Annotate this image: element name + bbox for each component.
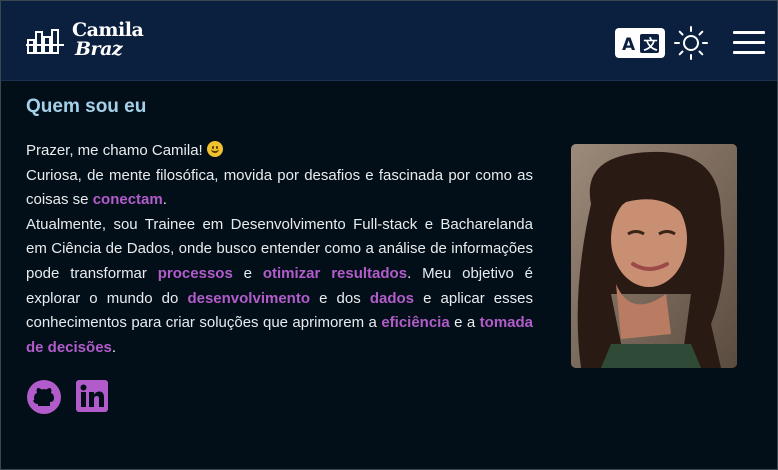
logo-line-2: Braz bbox=[75, 38, 123, 60]
intro-paragraph: Curiosa, de mente filosófica, movida por… bbox=[26, 164, 533, 213]
career-and-1: e bbox=[232, 264, 263, 282]
translate-button[interactable]: A 文 bbox=[615, 28, 665, 58]
github-icon bbox=[27, 380, 61, 414]
highlight-desenvolvimento: desenvolvimento bbox=[187, 289, 310, 307]
logo-text: Camila Braz bbox=[72, 21, 144, 60]
highlight-otimizar-resultados: otimizar resultados bbox=[262, 264, 408, 282]
about-text: Prazer, me chamo Camila! Curiosa, de men… bbox=[26, 139, 533, 360]
profile-photo bbox=[571, 144, 737, 368]
svg-text:A: A bbox=[622, 35, 636, 55]
logo-mark-icon bbox=[26, 29, 64, 54]
career-end: . bbox=[111, 338, 117, 356]
career-and-2: e dos bbox=[310, 289, 370, 307]
highlight-dados: dados bbox=[369, 289, 414, 307]
hamburger-menu-icon bbox=[733, 31, 765, 34]
github-link[interactable] bbox=[26, 379, 62, 420]
translate-icon: A 文 bbox=[622, 34, 659, 55]
linkedin-link[interactable] bbox=[75, 379, 109, 418]
greeting-text: Prazer, me chamo Camila! bbox=[26, 142, 207, 159]
svg-text:文: 文 bbox=[644, 37, 659, 54]
smiling-face-emoji-icon bbox=[206, 141, 223, 157]
intro-end: . bbox=[162, 191, 167, 209]
section-title: Quem sou eu bbox=[26, 96, 147, 117]
page: Camila Braz A 文 Quem sou eu Prazer, me c… bbox=[0, 0, 778, 470]
linkedin-icon bbox=[76, 380, 108, 412]
theme-toggle-button[interactable] bbox=[673, 25, 709, 61]
menu-button[interactable] bbox=[733, 31, 765, 55]
highlight-eficiencia: eficiência bbox=[381, 314, 450, 332]
profile-photo-illustration bbox=[571, 144, 737, 368]
logo-link[interactable]: Camila Braz bbox=[26, 21, 156, 63]
career-and-3: e a bbox=[449, 314, 480, 332]
hamburger-menu-icon-bar bbox=[733, 51, 765, 54]
site-header: Camila Braz A 文 bbox=[1, 1, 777, 81]
sun-icon bbox=[674, 26, 708, 60]
career-paragraph: Atualmente, sou Trainee em Desenvolvimen… bbox=[26, 213, 533, 361]
greeting-line: Prazer, me chamo Camila! bbox=[26, 139, 533, 164]
highlight-processos: processos bbox=[157, 264, 233, 282]
about-section: Quem sou eu Prazer, me chamo Camila! Cur… bbox=[26, 95, 746, 414]
hamburger-menu-icon-bar bbox=[733, 41, 765, 44]
highlight-conectam: conectam bbox=[92, 191, 163, 209]
